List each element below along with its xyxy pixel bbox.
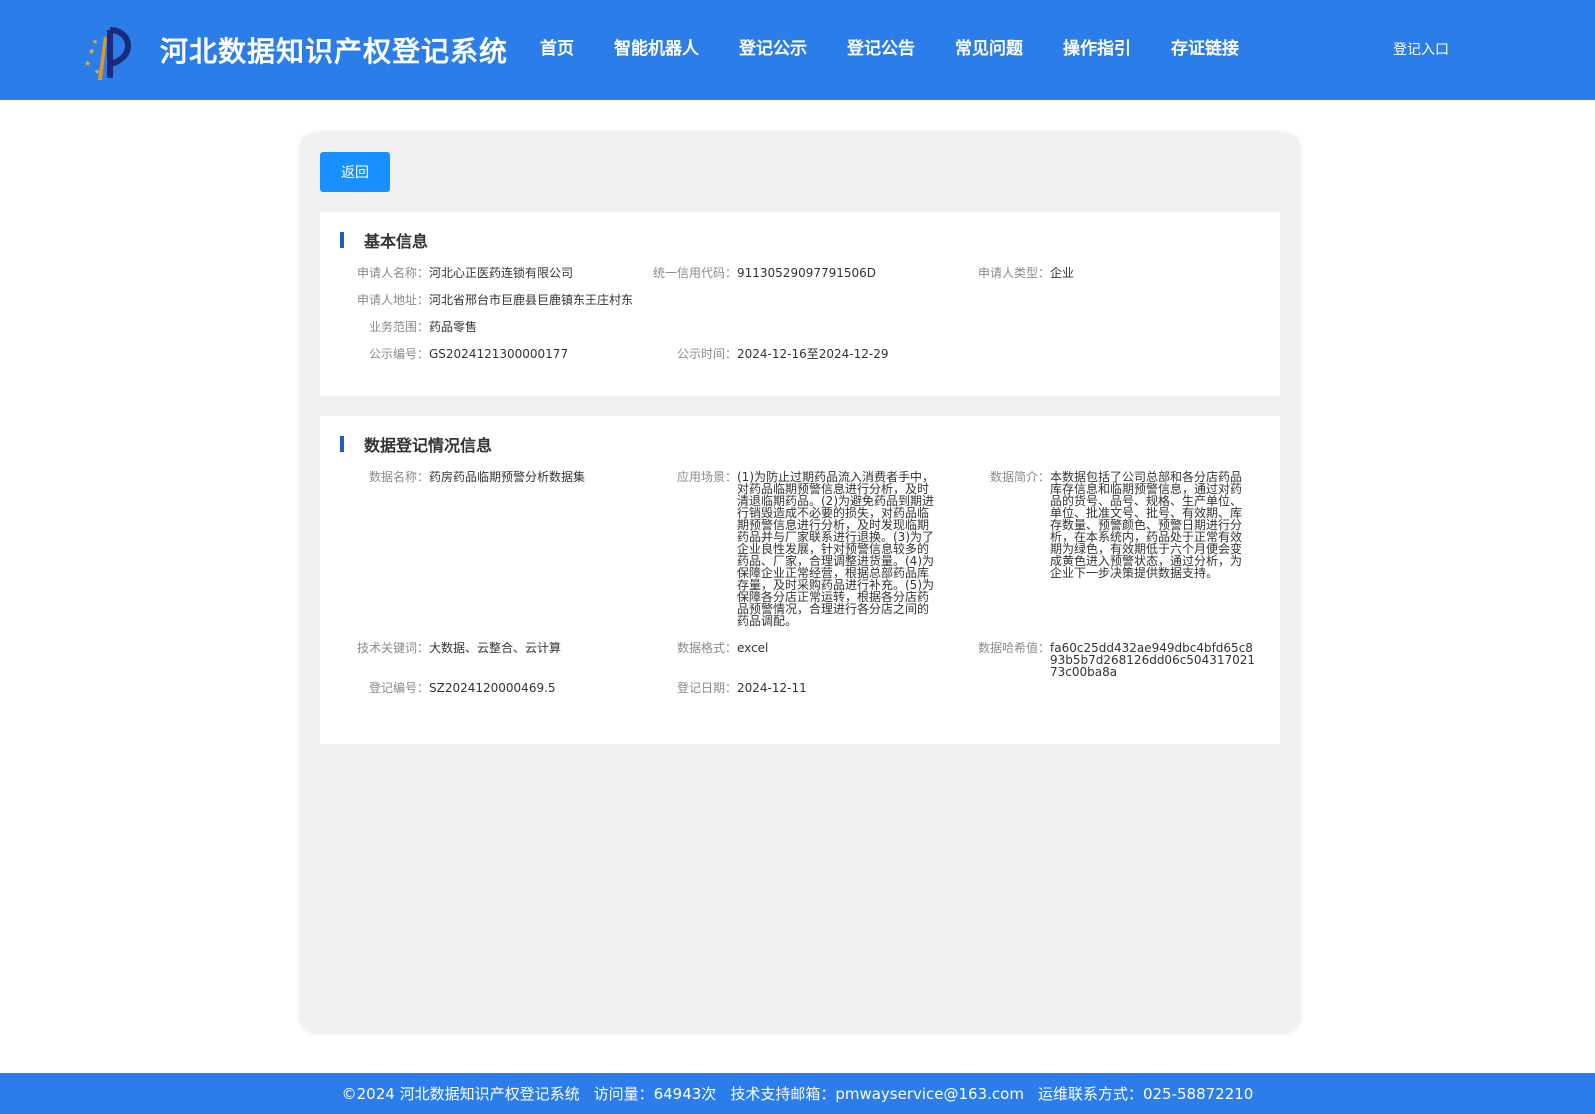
keywords-field: 技术关键词： 大数据、云整合、云计算	[340, 642, 561, 654]
nav-evidence-link[interactable]: 存证链接	[1171, 34, 1239, 59]
business-scope-label: 业务范围：	[368, 320, 429, 334]
format-value: excel	[737, 641, 769, 655]
registration-info-title: 数据登记情况信息	[364, 436, 493, 455]
format-label: 数据格式：	[676, 641, 737, 655]
credit-code-field: 统一信用代码： 91130529097791506D	[640, 267, 876, 279]
top-header: ★ ★ ★ ★ 河北数据知识产权登记系统 首页 智能机器人 登记公示 登记公告 …	[0, 0, 1595, 100]
nav-robot[interactable]: 智能机器人	[614, 34, 699, 59]
business-scope-field: 业务范围： 药品零售	[340, 321, 477, 333]
summary-field: 数据简介： 本数据包括了公司总部和各分店药品库存信息和临期预警信息，通过对药品的…	[940, 471, 1245, 579]
footer-copyright: ©2024 河北数据知识产权登记系统	[341, 1085, 580, 1103]
reg-date-field: 登记日期： 2024-12-11	[640, 682, 807, 694]
basic-info-card: 基本信息 申请人名称： 河北心正医药连锁有限公司 统一信用代码： 9113052…	[320, 212, 1280, 396]
reg-date-value: 2024-12-11	[737, 681, 807, 695]
nav-home[interactable]: 首页	[540, 34, 574, 59]
address-value: 河北省邢台市巨鹿县巨鹿镇东王庄村东	[429, 293, 634, 307]
applicant-type-label: 申请人类型：	[977, 266, 1050, 280]
heading-accent-bar	[340, 436, 344, 452]
login-link[interactable]: 登记入口	[1393, 39, 1449, 59]
notice-no-label: 公示编号：	[368, 347, 429, 361]
keywords-label: 技术关键词：	[356, 641, 429, 655]
nav-faq[interactable]: 常见问题	[955, 34, 1023, 59]
credit-code-label: 统一信用代码：	[652, 266, 737, 280]
applicant-type-field: 申请人类型： 企业	[940, 267, 1074, 279]
hash-label: 数据哈希值：	[977, 641, 1050, 655]
detail-panel: 返回 基本信息 申请人名称： 河北心正医药连锁有限公司 统一信用代码： 9113…	[300, 132, 1300, 1032]
address-field: 申请人地址： 河北省邢台市巨鹿县巨鹿镇东王庄村东	[340, 294, 633, 306]
hash-field: 数据哈希值： fa60c25dd432ae949dbc4bfd65c893b5b…	[940, 642, 1255, 678]
notice-time-field: 公示时间： 2024-12-16至2024-12-29	[640, 347, 889, 361]
nav-guide[interactable]: 操作指引	[1063, 34, 1131, 59]
page-footer: ©2024 河北数据知识产权登记系统 访问量：64943次 技术支持邮箱：pmw…	[0, 1073, 1595, 1114]
reg-no-value: SZ2024120000469.5	[429, 681, 556, 695]
registration-info-heading: 数据登记情况信息	[340, 434, 493, 455]
data-name-field: 数据名称： 药房药品临期预警分析数据集	[340, 471, 585, 483]
business-scope-value: 药品零售	[429, 320, 478, 334]
svg-text:★: ★	[92, 38, 98, 46]
scenario-label: 应用场景：	[676, 470, 737, 484]
heading-accent-bar	[340, 232, 344, 248]
notice-time-label: 公示时间：	[676, 347, 737, 361]
basic-info-title: 基本信息	[364, 232, 429, 251]
svg-text:★: ★	[88, 47, 95, 56]
hash-value: fa60c25dd432ae949dbc4bfd65c893b5b7d26812…	[1050, 641, 1256, 679]
logo-icon: ★ ★ ★ ★	[84, 27, 131, 80]
format-field: 数据格式： excel	[640, 642, 768, 654]
applicant-name-field: 申请人名称： 河北心正医药连锁有限公司	[340, 267, 573, 279]
svg-text:★: ★	[94, 68, 100, 76]
scenario-field: 应用场景： (1)为防止过期药品流入消费者手中，对药品临期预警信息进行分析，及时…	[640, 471, 935, 627]
notice-no-field: 公示编号： GS2024121300000177	[340, 348, 568, 360]
svg-text:★: ★	[84, 59, 91, 68]
back-button[interactable]: 返回	[320, 152, 390, 192]
reg-no-field: 登记编号： SZ2024120000469.5	[340, 682, 556, 694]
notice-no-value: GS2024121300000177	[429, 347, 569, 361]
applicant-name-value: 河北心正医药连锁有限公司	[429, 266, 574, 280]
reg-date-label: 登记日期：	[676, 681, 737, 695]
basic-info-heading: 基本信息	[340, 230, 429, 251]
data-name-label: 数据名称：	[368, 470, 429, 484]
data-name-value: 药房药品临期预警分析数据集	[429, 470, 586, 484]
applicant-name-label: 申请人名称：	[356, 266, 429, 280]
keywords-value: 大数据、云整合、云计算	[429, 641, 562, 655]
address-label: 申请人地址：	[356, 293, 429, 307]
footer-ops-contact: 运维联系方式：025-58872210	[1037, 1085, 1254, 1103]
reg-no-label: 登记编号：	[368, 681, 429, 695]
footer-visits: 访问量：64943次	[593, 1085, 717, 1103]
applicant-type-value: 企业	[1050, 266, 1075, 280]
nav-public-notice[interactable]: 登记公示	[739, 34, 807, 59]
scenario-value: (1)为防止过期药品流入消费者手中，对药品临期预警信息进行分析，及时清退临期药品…	[737, 470, 934, 628]
site-title: 河北数据知识产权登记系统	[160, 35, 509, 68]
summary-label: 数据简介：	[989, 470, 1050, 484]
main-nav: 首页 智能机器人 登记公示 登记公告 常见问题 操作指引 存证链接	[540, 34, 1279, 59]
summary-value: 本数据包括了公司总部和各分店药品库存信息和临期预警信息，通过对药品的货号、品号、…	[1050, 470, 1243, 580]
nav-announcement[interactable]: 登记公告	[847, 34, 915, 59]
notice-time-value: 2024-12-16至2024-12-29	[737, 347, 889, 361]
registration-info-card: 数据登记情况信息 数据名称： 药房药品临期预警分析数据集 应用场景： (1)为防…	[320, 416, 1280, 744]
footer-support-email: 技术支持邮箱：pmwayservice@163.com	[730, 1085, 1024, 1103]
credit-code-value: 91130529097791506D	[737, 266, 877, 280]
